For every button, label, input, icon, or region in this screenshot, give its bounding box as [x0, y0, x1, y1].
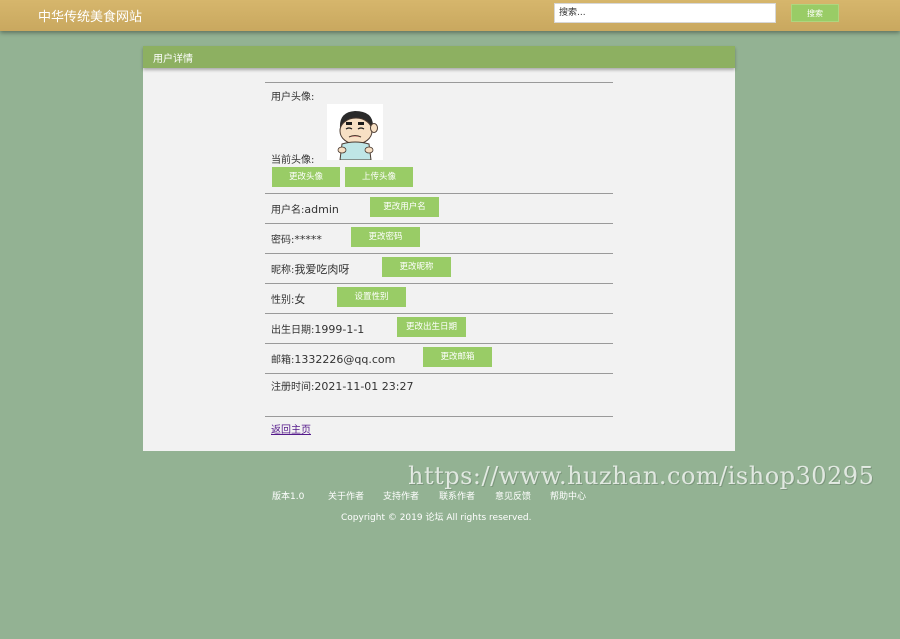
- panel-header: 用户详情: [143, 46, 735, 68]
- nickname-row: 昵称:我爱吃肉呀: [271, 261, 349, 277]
- change-nickname-button[interactable]: 更改昵称: [382, 257, 451, 277]
- password-value: *****: [294, 233, 322, 246]
- email-label: 邮箱:: [271, 355, 295, 366]
- panel-title: 用户详情: [153, 54, 193, 65]
- footer-link-contact[interactable]: 联系作者: [439, 489, 475, 502]
- change-birthday-button[interactable]: 更改出生日期: [397, 317, 466, 337]
- search-input[interactable]: [554, 3, 776, 23]
- divider: [265, 343, 613, 344]
- register-label: 注册时间:: [271, 382, 315, 393]
- nickname-label: 昵称:: [271, 265, 295, 276]
- set-gender-button[interactable]: 设置性别: [337, 287, 406, 307]
- change-avatar-button[interactable]: 更改头像: [272, 167, 340, 187]
- footer-link-feedback[interactable]: 意见反馈: [495, 489, 531, 502]
- avatar-image: [327, 104, 383, 161]
- footer-link-help[interactable]: 帮助中心: [550, 489, 586, 502]
- current-avatar-label: 当前头像:: [271, 155, 315, 166]
- search-button[interactable]: 搜索: [791, 4, 839, 22]
- divider: [265, 193, 613, 194]
- divider: [265, 253, 613, 254]
- email-row: 邮箱:1332226@qq.com: [271, 351, 395, 366]
- register-row: 注册时间:2021-11-01 23:27: [271, 378, 414, 393]
- username-label: 用户名:: [271, 205, 305, 216]
- avatar-label: 用户头像:: [271, 92, 315, 103]
- footer-link-support[interactable]: 支持作者: [383, 489, 419, 502]
- upload-avatar-button[interactable]: 上传头像: [345, 167, 413, 187]
- username-row: 用户名:admin: [271, 201, 339, 216]
- birthday-label: 出生日期:: [271, 325, 315, 336]
- email-value: 1332226@qq.com: [294, 353, 396, 366]
- change-username-button[interactable]: 更改用户名: [370, 197, 439, 217]
- top-header-bar: 中华传统美食网站 搜索: [0, 0, 900, 31]
- footer-link-about[interactable]: 关于作者: [328, 489, 364, 502]
- divider: [265, 313, 613, 314]
- watermark: https://www.huzhan.com/ishop30295: [408, 462, 875, 490]
- password-label: 密码:: [271, 235, 295, 246]
- divider: [265, 283, 613, 284]
- divider: [265, 82, 613, 83]
- change-email-button[interactable]: 更改邮箱: [423, 347, 492, 367]
- birthday-row: 出生日期:1999-1-1: [271, 321, 364, 336]
- nickname-value: 我爱吃肉呀: [294, 263, 350, 276]
- password-row: 密码:*****: [271, 231, 322, 246]
- avatar: [327, 104, 383, 161]
- site-title[interactable]: 中华传统美食网站: [38, 6, 142, 25]
- change-password-button[interactable]: 更改密码: [351, 227, 420, 247]
- divider: [265, 373, 613, 374]
- copyright: Copyright © 2019 论坛 All rights reserved.: [341, 513, 532, 523]
- divider: [265, 223, 613, 224]
- gender-label: 性别:: [271, 295, 295, 306]
- footer-link-version[interactable]: 版本1.0: [272, 489, 304, 502]
- back-home-link[interactable]: 返回主页: [271, 421, 311, 436]
- gender-row: 性别:女: [271, 291, 305, 307]
- user-detail-panel: 用户详情 用户头像: 当前头像: 更改头像 上传头像 用户名:admin 更改用…: [143, 46, 735, 451]
- divider: [265, 416, 613, 417]
- birthday-value: 1999-1-1: [314, 323, 365, 336]
- gender-value: 女: [294, 293, 306, 306]
- register-value: 2021-11-01 23:27: [314, 380, 414, 393]
- username-value: admin: [304, 203, 339, 216]
